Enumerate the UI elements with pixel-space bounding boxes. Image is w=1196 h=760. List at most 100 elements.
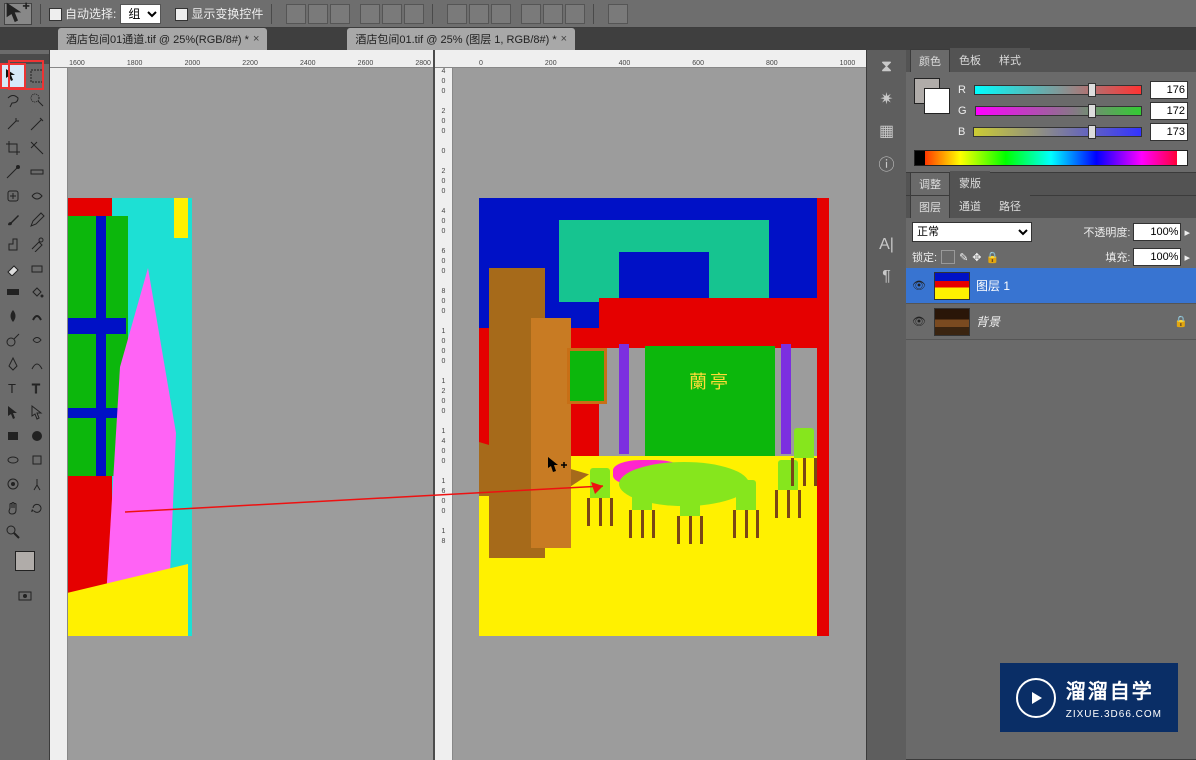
chevron-down-icon[interactable]: ▸ <box>1184 226 1190 239</box>
lasso-tool[interactable] <box>2 89 24 111</box>
layer-thumbnail[interactable] <box>934 272 970 300</box>
align-bottom-icon[interactable] <box>330 4 350 24</box>
align-vcenter-icon[interactable] <box>308 4 328 24</box>
3d-pan-tool[interactable] <box>26 449 48 471</box>
tab-adjustments[interactable]: 调整 <box>910 172 950 195</box>
align-left-icon[interactable] <box>360 4 380 24</box>
canvas-2[interactable]: 蘭亭 <box>453 68 866 760</box>
tab-styles[interactable]: 样式 <box>990 48 1030 72</box>
smudge-tool[interactable] <box>26 305 48 327</box>
dist-bottom-icon[interactable] <box>491 4 511 24</box>
horizontal-ruler-2[interactable]: 0 200 400 600 800 1000 <box>435 50 866 68</box>
tab-paths[interactable]: 路径 <box>990 194 1030 218</box>
marquee-tool[interactable] <box>26 65 48 87</box>
character-icon[interactable]: A| <box>876 234 898 256</box>
pen-tool[interactable] <box>2 353 24 375</box>
burn-tool[interactable] <box>26 329 48 351</box>
zoom-tool[interactable] <box>2 521 24 543</box>
type-tool[interactable]: T <box>2 377 24 399</box>
tab-channels[interactable]: 通道 <box>950 194 990 218</box>
crop-tool[interactable] <box>2 137 24 159</box>
canvas-1[interactable] <box>68 68 433 760</box>
magic-wand-tool[interactable] <box>2 113 24 135</box>
document-view-1[interactable]: 1600 1800 2000 2200 2400 2600 2800 <box>50 50 435 760</box>
tab-masks[interactable]: 蒙版 <box>950 171 990 195</box>
rectangle-tool[interactable] <box>2 425 24 447</box>
blend-mode-select[interactable]: 正常 <box>912 222 1032 242</box>
color-spectrum[interactable] <box>914 150 1188 166</box>
rotate-view-tool[interactable] <box>26 497 48 519</box>
layer-item[interactable]: 👁 背景 🔒 <box>906 304 1196 340</box>
lock-all-icon[interactable]: 🔒 <box>986 251 1000 264</box>
horizontal-ruler-1[interactable]: 1600 1800 2000 2200 2400 2600 2800 <box>50 50 433 68</box>
current-tool-indicator[interactable] <box>4 3 32 25</box>
3d-walk-tool[interactable] <box>26 473 48 495</box>
foreground-color[interactable] <box>15 551 35 571</box>
notes-tool[interactable] <box>26 521 48 543</box>
dist-right-icon[interactable] <box>565 4 585 24</box>
r-input[interactable] <box>1150 81 1188 99</box>
background-swatch[interactable] <box>924 88 950 114</box>
auto-select-dropdown[interactable]: 组 <box>120 4 161 24</box>
clone-tool[interactable] <box>2 233 24 255</box>
3d-rotate-tool[interactable] <box>2 449 24 471</box>
history-brush-tool[interactable] <box>26 233 48 255</box>
lock-move-icon[interactable]: ✥ <box>972 251 981 264</box>
g-slider[interactable] <box>975 106 1142 116</box>
document-view-2[interactable]: 0 200 400 600 800 1000 40020002004006008… <box>435 50 866 760</box>
show-transform-checkbox[interactable]: 显示变换控件 <box>175 5 263 22</box>
brush-tool[interactable] <box>2 209 24 231</box>
direct-select-tool[interactable] <box>26 401 48 423</box>
b-slider[interactable] <box>973 127 1142 137</box>
lock-transparency-icon[interactable] <box>941 250 955 264</box>
auto-align-icon[interactable] <box>608 4 628 24</box>
chevron-down-icon[interactable]: ▸ <box>1184 251 1190 264</box>
dist-top-icon[interactable] <box>447 4 467 24</box>
close-icon[interactable]: × <box>561 33 567 45</box>
dist-hcenter-icon[interactable] <box>543 4 563 24</box>
info-icon[interactable]: ⓘ <box>876 152 898 174</box>
healing-tool[interactable] <box>2 185 24 207</box>
visibility-icon[interactable]: 👁 <box>910 279 928 292</box>
vertical-ruler-2[interactable]: 4002000200400600800100012001400160018 <box>435 68 453 760</box>
slice-tool[interactable] <box>26 137 48 159</box>
eraser-tool[interactable] <box>2 257 24 279</box>
dist-vcenter-icon[interactable] <box>469 4 489 24</box>
b-input[interactable] <box>1150 123 1188 141</box>
gradient-tool[interactable] <box>2 281 24 303</box>
paragraph-icon[interactable]: ¶ <box>876 266 898 288</box>
close-icon[interactable]: × <box>253 33 259 45</box>
layer-thumbnail[interactable] <box>934 308 970 336</box>
document-tab-1[interactable]: 酒店包间01通道.tif @ 25%(RGB/8#) * × <box>58 28 267 50</box>
3d-camera-tool[interactable] <box>2 473 24 495</box>
fill-input[interactable] <box>1133 248 1181 266</box>
path-select-tool[interactable] <box>2 401 24 423</box>
layer-item[interactable]: 👁 图层 1 <box>906 268 1196 304</box>
history-icon[interactable]: ⧗ <box>876 56 898 78</box>
align-right-icon[interactable] <box>404 4 424 24</box>
ellipse-tool[interactable] <box>26 425 48 447</box>
hand-tool[interactable] <box>2 497 24 519</box>
vertical-ruler-1[interactable] <box>50 68 68 760</box>
tab-color[interactable]: 颜色 <box>910 49 950 72</box>
visibility-icon[interactable]: 👁 <box>910 315 928 328</box>
r-slider[interactable] <box>974 85 1142 95</box>
lock-brush-icon[interactable]: ✎ <box>959 251 968 264</box>
quick-select-tool[interactable] <box>26 89 48 111</box>
quick-mask-toggle[interactable] <box>14 585 36 607</box>
opacity-input[interactable] <box>1133 223 1181 241</box>
bucket-tool[interactable] <box>26 281 48 303</box>
g-input[interactable] <box>1150 102 1188 120</box>
ruler-tool[interactable] <box>26 161 48 183</box>
dodge-tool[interactable] <box>2 329 24 351</box>
pencil-tool[interactable] <box>26 209 48 231</box>
type-mask-tool[interactable]: T <box>26 377 48 399</box>
tab-layers[interactable]: 图层 <box>910 195 950 218</box>
document-tab-2[interactable]: 酒店包间01.tif @ 25% (图层 1, RGB/8#) * × <box>347 28 575 50</box>
eyedropper-tool[interactable] <box>26 113 48 135</box>
align-hcenter-icon[interactable] <box>382 4 402 24</box>
tab-swatches[interactable]: 色板 <box>950 48 990 72</box>
background-eraser-tool[interactable] <box>26 257 48 279</box>
auto-select-checkbox[interactable]: 自动选择: <box>49 5 116 22</box>
blur-tool[interactable] <box>2 305 24 327</box>
